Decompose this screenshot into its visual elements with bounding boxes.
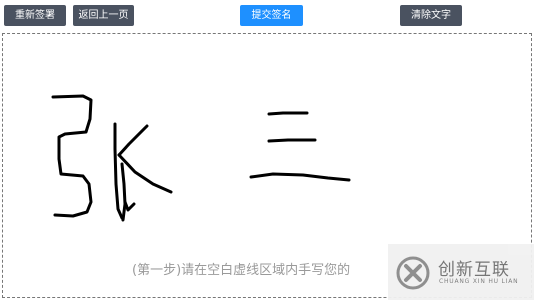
signature-stroke: [117, 153, 173, 194]
signature-stroke: [51, 94, 93, 218]
signature-stroke: [249, 172, 351, 182]
signature-stroke: [113, 122, 124, 220]
watermark-subtitle: CHUANG XIN HU LIAN: [439, 278, 519, 285]
submit-signature-button[interactable]: 提交签名: [240, 5, 303, 26]
clear-text-button[interactable]: 清除文字: [400, 5, 462, 26]
back-button[interactable]: 返回上一页: [73, 5, 134, 26]
resign-button[interactable]: 重新签署: [4, 5, 66, 26]
signature-stroke: [123, 200, 136, 212]
watermark-title: 创新互联: [438, 260, 510, 280]
x-logo-icon: [396, 256, 430, 290]
signature-stroke: [117, 124, 149, 157]
signature-stroke: [267, 138, 317, 143]
signature-stroke: [267, 111, 309, 116]
signature-stroke: [120, 162, 127, 222]
brand-watermark: 创新互联 CHUANG XIN HU LIAN: [388, 244, 534, 300]
signature-instruction: (第一步)请在空白虚线区域内手写您的: [132, 263, 351, 278]
toolbar: 重新签署 返回上一页 提交签名 清除文字: [0, 0, 534, 30]
